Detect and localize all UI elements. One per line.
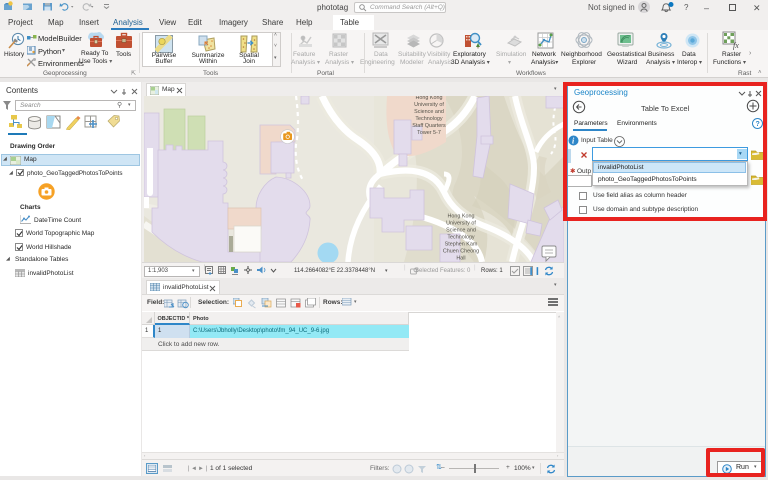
- svg-text:Chuen Cheong: Chuen Cheong: [443, 249, 479, 255]
- svg-text:Hall: Hall: [456, 256, 465, 262]
- svg-text:Technology: Technology: [447, 235, 475, 241]
- svg-text:fx: fx: [733, 41, 739, 50]
- svg-text:Science and: Science and: [414, 109, 444, 115]
- svg-text:Hong Kong: Hong Kong: [448, 214, 475, 220]
- svg-text:Technology: Technology: [415, 116, 443, 122]
- svg-text:Staff Quarters: Staff Quarters: [412, 123, 446, 129]
- svg-text:Science and: Science and: [446, 228, 476, 234]
- svg-text:Tower 5-7: Tower 5-7: [417, 130, 441, 136]
- svg-text:Stephen Kam: Stephen Kam: [445, 242, 478, 248]
- svg-text:University of: University of: [414, 102, 444, 108]
- svg-text:University of: University of: [446, 221, 476, 227]
- svg-text:Hong Kong: Hong Kong: [416, 96, 443, 101]
